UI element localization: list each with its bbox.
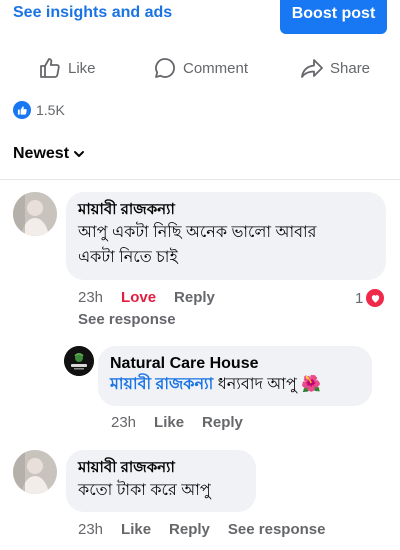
- post-top-bar: See insights and ads Boost post: [0, 0, 400, 34]
- comment-reaction-count[interactable]: 1: [355, 289, 385, 307]
- reaction-count: 1.5K: [36, 102, 65, 118]
- comment-text-line1: আপু একটা নিছি অনেক ভালো আবার: [78, 224, 317, 241]
- post-action-row: Like Comment Share: [0, 52, 400, 84]
- reply-bubble: Natural Care House মায়াবী রাজকন্যা ধন্য…: [98, 346, 372, 406]
- like-action-button[interactable]: Like: [38, 52, 96, 84]
- comment-time: 23h: [78, 521, 104, 538]
- comment-author[interactable]: মায়াবী রাজকন্যা: [78, 458, 244, 478]
- comment-text: কতো টাকা করে আপু: [78, 482, 211, 499]
- comment-bubble-icon: [155, 58, 175, 78]
- comment-meta: 23h Like Reply See response: [78, 521, 325, 538]
- boost-post-button[interactable]: Boost post: [280, 0, 387, 34]
- like-action-label: Like: [68, 59, 96, 77]
- reply-time: 23h: [111, 414, 137, 431]
- hibiscus-emoji: 🌺: [301, 376, 322, 393]
- heart-icon: [366, 289, 385, 307]
- page-avatar[interactable]: [64, 346, 94, 376]
- share-action-label: Share: [330, 59, 371, 77]
- mention-link[interactable]: মায়াবী রাজকন্যা: [110, 376, 213, 393]
- see-response-link[interactable]: See response: [78, 311, 176, 328]
- reaction-summary[interactable]: 1.5K: [13, 101, 65, 119]
- avatar[interactable]: [13, 192, 57, 236]
- comment-meta: 23h Love Reply: [78, 289, 215, 306]
- comment-bubble: মায়াবী রাজকন্যা কতো টাকা করে আপু: [66, 450, 256, 512]
- reaction-number: 1: [355, 289, 364, 307]
- reply-button[interactable]: Reply: [174, 289, 215, 306]
- comment-text-line2: একটা নিতে চাই: [78, 249, 178, 266]
- see-response-link[interactable]: See response: [228, 521, 326, 538]
- comment-sort-dropdown[interactable]: Newest: [13, 145, 85, 163]
- share-arrow-icon: [301, 59, 323, 78]
- reply-author[interactable]: Natural Care House: [110, 354, 360, 374]
- like-button[interactable]: Like: [154, 414, 184, 431]
- share-action-button[interactable]: Share: [300, 52, 370, 84]
- love-reaction-button[interactable]: Love: [121, 289, 156, 306]
- reply-text: ধন্যবাদ আপু: [217, 376, 297, 393]
- comment-bubble: মায়াবী রাজকন্যা আপু একটা নিছি অনেক ভালো…: [66, 192, 386, 280]
- comment-action-label: Comment: [183, 59, 249, 77]
- comment-action-button[interactable]: Comment: [153, 52, 248, 84]
- avatar[interactable]: [13, 450, 57, 494]
- comment-time: 23h: [78, 289, 104, 306]
- section-divider: [0, 179, 400, 180]
- thumbs-up-icon: [40, 58, 60, 78]
- reply-meta: 23h Like Reply: [111, 414, 243, 431]
- see-insights-link[interactable]: See insights and ads: [13, 4, 172, 22]
- like-button[interactable]: Like: [121, 521, 151, 538]
- like-reaction-icon: [13, 101, 31, 119]
- reply-button[interactable]: Reply: [169, 521, 210, 538]
- reply-button[interactable]: Reply: [202, 414, 243, 431]
- comment-author[interactable]: মায়াবী রাজকন্যা: [78, 200, 374, 220]
- chevron-down-icon: [74, 151, 85, 157]
- sort-label: Newest: [13, 145, 70, 162]
